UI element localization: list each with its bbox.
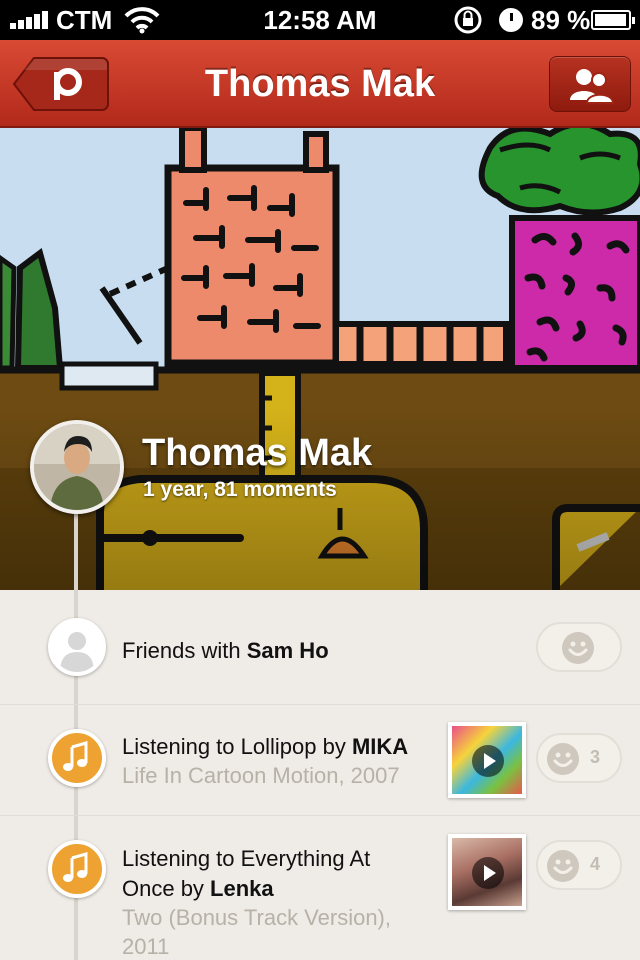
moment-music[interactable]: Listening to Lollipop by MIKA Life In Ca… <box>0 705 640 815</box>
moment-title: Friends with Sam Ho <box>122 638 329 663</box>
battery-percent: 89 % <box>531 5 591 35</box>
rotation-lock-icon <box>454 6 482 34</box>
album-info-line2: 2011 <box>122 934 170 959</box>
artist-link[interactable]: MIKA <box>352 734 408 759</box>
battery-icon <box>591 10 635 30</box>
profile-avatar[interactable] <box>30 420 124 514</box>
smile-button[interactable]: 4 <box>536 840 622 890</box>
avatar-photo <box>34 424 120 510</box>
cover-drawing <box>0 128 640 590</box>
cover-photo[interactable] <box>0 128 640 590</box>
moment-title-line1: Listening to Everything At <box>122 846 371 871</box>
moment-title: Listening to Lollipop by MIKA <box>122 734 409 759</box>
moment-title-line2: Once by Lenka <box>122 876 274 901</box>
smile-button[interactable] <box>536 622 622 672</box>
nav-bar: Thomas Mak <box>0 40 640 128</box>
album-thumbnail[interactable] <box>448 722 526 798</box>
play-icon[interactable] <box>472 745 504 777</box>
friends-button[interactable] <box>549 56 631 112</box>
play-icon[interactable] <box>472 857 504 889</box>
music-note-icon <box>48 729 106 787</box>
page-title: Thomas Mak <box>204 63 436 105</box>
smiley-icon <box>547 850 579 882</box>
smile-button[interactable]: 3 <box>536 733 622 783</box>
friends-icon <box>570 69 615 104</box>
smile-count: 4 <box>590 854 601 874</box>
smile-count: 3 <box>590 747 601 767</box>
album-info: Life In Cartoon Motion, 2007 <box>122 763 400 788</box>
smiley-icon <box>547 743 579 775</box>
moment-music[interactable]: Listening to Everything At Once by Lenka… <box>0 816 640 960</box>
smiley-icon <box>562 632 594 664</box>
album-thumbnail[interactable] <box>448 834 526 910</box>
profile-name: Thomas Mak <box>142 432 373 474</box>
status-bar: CTM 12:58 AM 89 % <box>0 0 640 40</box>
person-icon <box>48 618 106 676</box>
artist-link[interactable]: Lenka <box>210 876 274 901</box>
album-info-line1: Two (Bonus Track Version), <box>122 905 391 930</box>
music-note-icon <box>48 840 106 898</box>
alarm-icon <box>499 8 523 32</box>
profile-meta: 1 year, 81 moments <box>143 478 337 501</box>
moment-friend[interactable]: Friends with Sam Ho <box>0 592 640 704</box>
friend-name-link[interactable]: Sam Ho <box>247 638 329 663</box>
